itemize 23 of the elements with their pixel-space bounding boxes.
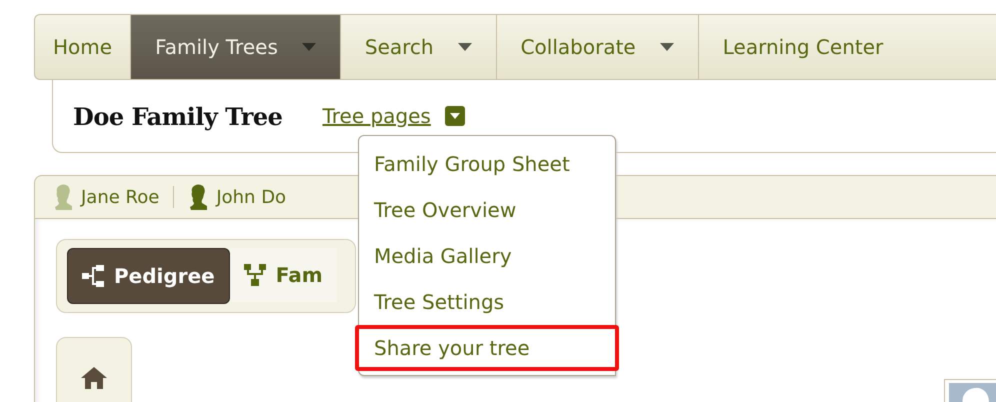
family-icon <box>244 264 266 286</box>
pedigree-icon <box>82 265 104 287</box>
caret-icon <box>302 43 316 51</box>
nav-tab[interactable]: Search <box>340 15 497 79</box>
view-button[interactable]: Pedigree <box>67 248 230 304</box>
tree-pages-link[interactable]: Tree pages <box>322 104 431 128</box>
menu-item[interactable]: Tree Overview <box>355 187 619 233</box>
menu-item[interactable]: Family Group Sheet <box>355 141 619 187</box>
view-button[interactable]: Fam <box>230 248 337 302</box>
person-link[interactable]: Jane Roe <box>53 184 160 210</box>
home-button[interactable] <box>56 337 132 402</box>
nav-tab[interactable]: Family Trees <box>131 15 341 79</box>
dropdown-icon[interactable] <box>444 106 465 126</box>
person-link[interactable]: John Do <box>188 184 286 210</box>
menu-item[interactable]: Share your tree <box>355 325 619 371</box>
tree-title: Doe Family Tree <box>73 102 282 130</box>
menu-item[interactable]: Media Gallery <box>355 233 619 279</box>
caret-icon <box>660 43 674 51</box>
menu-item[interactable]: Tree Settings <box>355 279 619 325</box>
nav-tab[interactable]: Learning Center <box>698 15 996 79</box>
home-icon <box>81 367 107 389</box>
nav-tab[interactable]: Collaborate <box>496 15 699 79</box>
caret-icon <box>458 43 472 51</box>
